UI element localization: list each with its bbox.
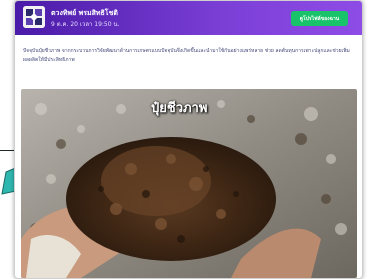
profile-avatar[interactable] — [23, 6, 45, 28]
image-caption: ปุ๋ยชีวภาพ — [151, 101, 208, 116]
post-card: ตวงทิพย์ พรมสิทธิโชติ 9 ต.ค. 20 เวลา 19:… — [14, 0, 363, 279]
author-name[interactable]: ตวงทิพย์ พรมสิทธิโชติ — [51, 8, 118, 19]
view-profile-button[interactable]: ดูโปรไฟล์ของฉาน — [291, 11, 348, 26]
post-timestamp: 9 ต.ค. 20 เวลา 19:50 น. — [51, 21, 120, 28]
post-header: ตวงทิพย์ พรมสิทธิโชติ 9 ต.ค. 20 เวลา 19:… — [15, 1, 362, 35]
post-description: ปัจจุบันปุ๋ยชีวภาพ จากกระบวนการวิจัยพัฒน… — [23, 48, 350, 63]
